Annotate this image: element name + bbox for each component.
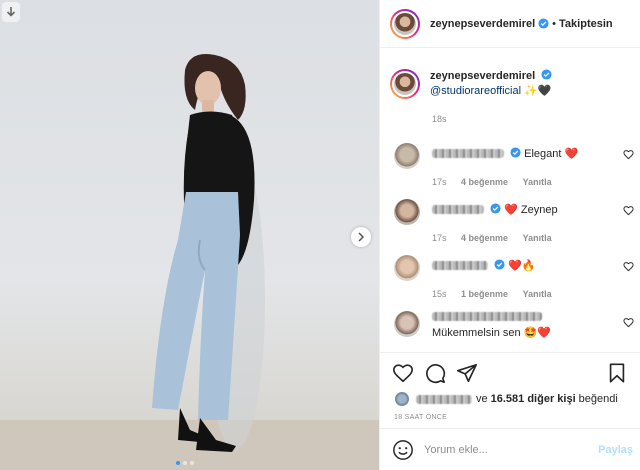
verified-badge-icon bbox=[494, 259, 505, 270]
post-header: zeynepseverdemirel • Takiptesin bbox=[380, 0, 640, 48]
post-time-ago[interactable]: 18 SAAT ÖNCE bbox=[394, 414, 447, 421]
commenter-avatar[interactable] bbox=[394, 311, 420, 337]
comment-like-count[interactable]: 4 beğenme bbox=[461, 177, 508, 187]
carousel-indicator bbox=[176, 461, 194, 465]
comment-like-count[interactable]: 1 beğenme bbox=[461, 289, 508, 299]
carousel-dot bbox=[190, 461, 194, 465]
caption-emojis: ✨🖤 bbox=[524, 85, 552, 97]
comment-icon[interactable] bbox=[424, 362, 446, 384]
comment-text: ❤️🔥 bbox=[508, 260, 536, 272]
verified-badge-icon bbox=[538, 18, 549, 29]
liker-avatar[interactable] bbox=[394, 391, 410, 407]
caption-time: 18s bbox=[432, 114, 447, 124]
bookmark-icon[interactable] bbox=[606, 362, 628, 384]
download-icon bbox=[6, 7, 16, 17]
caption-username[interactable]: zeynepseverdemirel bbox=[430, 70, 535, 82]
commenter-username-blurred[interactable] bbox=[432, 312, 542, 321]
author-username[interactable]: zeynepseverdemirel bbox=[430, 18, 535, 30]
post-caption: zeynepseverdemirel @studiorareofficial ✨… bbox=[390, 69, 552, 99]
liker-username-blurred[interactable] bbox=[416, 394, 472, 404]
chevron-right-icon bbox=[358, 232, 365, 242]
comment-time: 15s bbox=[432, 289, 447, 299]
commenter-username-blurred[interactable] bbox=[432, 149, 504, 158]
carousel-next-button[interactable] bbox=[351, 227, 371, 247]
post-side-panel: zeynepseverdemirel • Takiptesin zeynepse… bbox=[379, 0, 640, 470]
post-modal: zeynepseverdemirel • Takiptesin zeynepse… bbox=[0, 0, 640, 470]
comment-reply-button[interactable]: Yanıtla bbox=[523, 177, 552, 187]
likes-suffix: beğendi bbox=[578, 393, 618, 405]
download-button[interactable] bbox=[2, 2, 20, 22]
heart-icon[interactable] bbox=[623, 261, 634, 272]
following-button[interactable]: Takiptesin bbox=[559, 18, 613, 30]
comment-time: 17s bbox=[432, 177, 447, 187]
comments-list: zeynepseverdemirel @studiorareofficial ✨… bbox=[380, 49, 640, 350]
heart-icon[interactable] bbox=[623, 149, 634, 160]
comment-like-count[interactable]: 4 beğenme bbox=[461, 233, 508, 243]
carousel-dot bbox=[183, 461, 187, 465]
author-avatar[interactable] bbox=[390, 8, 420, 39]
post-comment-button[interactable]: Paylaş bbox=[598, 444, 633, 456]
commenter-avatar[interactable] bbox=[394, 199, 420, 225]
commenter-username-blurred[interactable] bbox=[432, 261, 488, 270]
carousel-dot bbox=[176, 461, 180, 465]
commenter-avatar[interactable] bbox=[394, 255, 420, 281]
commenter-username-blurred[interactable] bbox=[432, 205, 484, 214]
send-icon[interactable] bbox=[456, 362, 478, 384]
likes-summary: ve 16.581 diğer kişi beğendi bbox=[394, 391, 618, 407]
caption-mention-link[interactable]: @studiorareofficial bbox=[430, 85, 521, 97]
comment-reply-button[interactable]: Yanıtla bbox=[523, 289, 552, 299]
comment-text: ❤️ Zeynep bbox=[504, 204, 558, 216]
commenter-avatar[interactable] bbox=[394, 143, 420, 169]
header-separator: • bbox=[552, 17, 557, 30]
likes-connector: ve bbox=[476, 393, 488, 405]
heart-icon[interactable] bbox=[623, 317, 634, 328]
comment-input[interactable]: Yorum ekle... bbox=[424, 444, 598, 456]
photo-illustration bbox=[0, 54, 379, 470]
comment-time: 17s bbox=[432, 233, 447, 243]
verified-badge-icon bbox=[510, 147, 521, 158]
verified-badge-icon bbox=[490, 203, 501, 214]
post-photo[interactable] bbox=[0, 0, 379, 470]
add-comment-bar: Yorum ekle... Paylaş bbox=[380, 428, 640, 470]
smiley-icon[interactable] bbox=[392, 439, 414, 461]
comment-text: Mükemmelsin sen 🤩❤️ bbox=[432, 327, 552, 339]
heart-icon[interactable] bbox=[623, 205, 634, 216]
verified-badge-icon bbox=[541, 69, 552, 80]
likes-count-link[interactable]: 16.581 diğer kişi bbox=[491, 393, 576, 405]
comment-reply-button[interactable]: Yanıtla bbox=[523, 233, 552, 243]
caption-avatar[interactable] bbox=[390, 69, 420, 99]
heart-icon[interactable] bbox=[392, 362, 414, 384]
comment-text: Elegant ❤️ bbox=[524, 148, 579, 160]
post-actions: ve 16.581 diğer kişi beğendi bbox=[380, 352, 640, 416]
